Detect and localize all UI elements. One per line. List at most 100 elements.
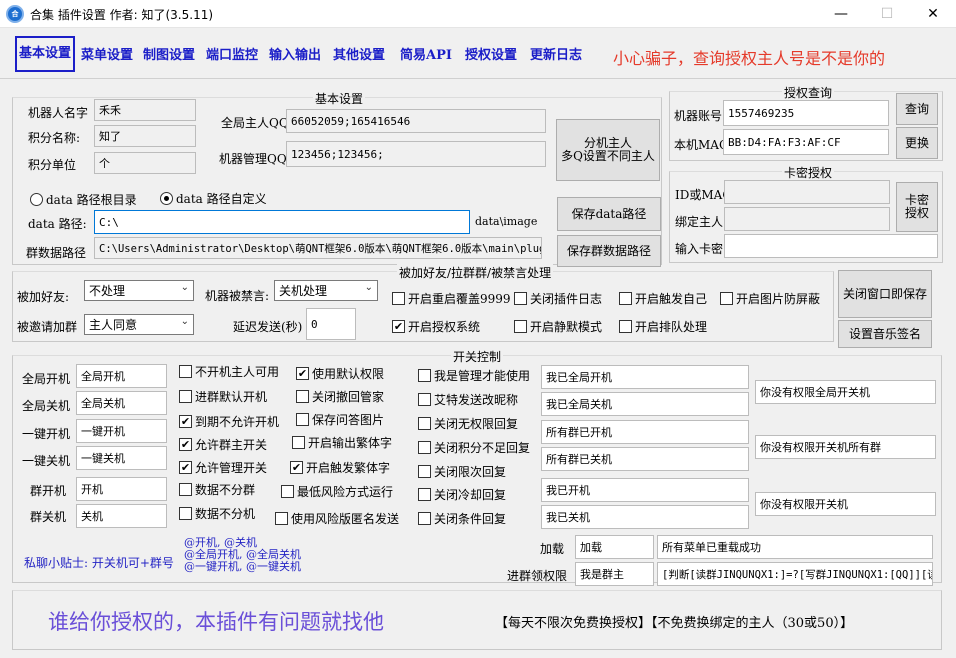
switch-row-input[interactable]: 全局开机 (76, 364, 167, 388)
switch-check-col2[interactable]: 最低风险方式运行 (281, 484, 393, 499)
checkbox-mark: ✔ (179, 438, 192, 451)
switch-check-col3[interactable]: 艾特发送改昵称 (418, 392, 518, 407)
reply-global-off[interactable]: 我已全局关机 (541, 392, 749, 416)
tab-draw-settings[interactable]: 制图设置 (143, 44, 195, 63)
switch-check-col2[interactable]: ✔ 开启触发繁体字 (290, 460, 390, 475)
switch-check-col1[interactable]: ✔ 允许群主开关 (179, 437, 267, 452)
no-perm-global[interactable]: 你没有权限全局开关机 (755, 380, 936, 404)
split-owner-button[interactable]: 分机主人 多Q设置不同主人 (556, 119, 660, 181)
load-reply-input[interactable]: 所有菜单已重载成功 (657, 535, 933, 559)
invite-select[interactable]: 主人同意 ⌄ (84, 314, 194, 335)
switch-check-col1[interactable]: 进群默认开机 (179, 389, 267, 404)
switch-row-input[interactable]: 全局关机 (76, 391, 167, 415)
switch-check-col1[interactable]: ✔ 允许管理开关 (179, 460, 267, 475)
delay-input[interactable]: 0 (306, 308, 356, 340)
tab-auth-settings[interactable]: 授权设置 (465, 44, 517, 63)
no-perm-group[interactable]: 你没有权限开关机 (755, 492, 936, 516)
switch-check-col3[interactable]: 关闭无权限回复 (418, 416, 518, 431)
window-title: 合集 插件设置 作者: 知了(3.5.11) (30, 8, 214, 22)
switch-row-input[interactable]: 一键开机 (76, 419, 167, 443)
checkbox-mark (281, 485, 294, 498)
tab-other-settings[interactable]: 其他设置 (333, 44, 385, 63)
switch-check-col1[interactable]: 数据不分机 (179, 506, 255, 521)
check-queue-processing[interactable]: 开启排队处理 (619, 319, 707, 334)
switch-check-col3[interactable]: 关闭冷却回复 (418, 487, 506, 502)
check-restart-override[interactable]: 开启重启覆盖9999 (392, 291, 511, 306)
switch-check-col2[interactable]: 关闭撤回管家 (296, 389, 384, 404)
tab-basic-settings[interactable]: 基本设置 (15, 36, 76, 72)
check-auth-system[interactable]: ✔ 开启授权系统 (392, 319, 480, 334)
points-unit-field[interactable]: 个 (94, 152, 196, 174)
check-silent-mode[interactable]: 开启静默模式 (514, 319, 602, 334)
at-tip: @一键开机, @一键关机 (184, 560, 301, 573)
checkbox-label: 开启触发自己 (635, 292, 708, 306)
switch-check-col3[interactable]: 关闭限次回复 (418, 464, 506, 479)
switch-check-col1[interactable]: ✔ 到期不允许开机 (179, 414, 279, 429)
check-trigger-self[interactable]: 开启触发自己 (619, 291, 707, 306)
switch-check-col2[interactable]: ✔ 使用默认权限 (296, 366, 384, 381)
input-card-field[interactable] (724, 234, 938, 258)
robot-admin-field[interactable]: 123456;123456; (286, 141, 546, 167)
checkbox-mark (418, 512, 431, 525)
checkbox-label: 开启排队处理 (635, 320, 708, 334)
checkbox-label: 到期不允许开机 (195, 415, 280, 429)
enter-group-input[interactable]: 我是群主 (575, 562, 654, 586)
global-owner-label: 全局主人QQ (221, 116, 289, 130)
reply-all-off[interactable]: 所有群已关机 (541, 447, 749, 471)
switch-check-col2[interactable]: 开启输出繁体字 (292, 435, 392, 450)
tab-port-monitor[interactable]: 端口监控 (206, 44, 258, 63)
switch-check-col3[interactable]: 关闭积分不足回复 (418, 440, 530, 455)
id-mac-field[interactable] (724, 180, 890, 204)
save-group-path-button[interactable]: 保存群数据路径 (557, 235, 661, 267)
robot-name-field[interactable]: 禾禾 (94, 99, 196, 121)
tab-input-output[interactable]: 输入输出 (269, 44, 321, 63)
private-tip: 私聊小贴士: 开关机可+群号 (24, 556, 174, 570)
enter-group-reply-input[interactable]: [判断[读群JINQUNQX1:]=?[写群JINQUNQX1:[QQ]][读 (657, 562, 933, 586)
switch-check-col2[interactable]: 保存问答图片 (296, 412, 384, 427)
query-button[interactable]: 查询 (896, 93, 938, 125)
data-path-input[interactable]: C:\ (94, 210, 470, 234)
check-close-plugin-log[interactable]: 关闭插件日志 (514, 291, 602, 306)
tab-simple-api[interactable]: 简易API (400, 44, 452, 63)
group-path-field[interactable]: C:\Users\Administrator\Desktop\萌QNT框架6.0… (94, 237, 542, 259)
no-perm-all[interactable]: 你没有权限开关机所有群 (755, 435, 936, 459)
global-owner-field[interactable]: 66052059;165416546 (286, 109, 546, 133)
load-input[interactable]: 加载 (575, 535, 654, 559)
reply-group-off[interactable]: 我已关机 (541, 505, 749, 529)
reply-all-on[interactable]: 所有群已开机 (541, 420, 749, 444)
switch-check-col1[interactable]: 数据不分群 (179, 482, 255, 497)
checkbox-label: 进群默认开机 (195, 390, 268, 404)
checkbox-mark (179, 507, 192, 520)
switch-row-input[interactable]: 关机 (76, 504, 167, 528)
robot-account-input[interactable]: 1557469235 (723, 100, 889, 126)
data-path-custom-radio[interactable]: data 路径自定义 (160, 191, 267, 206)
switch-row-input[interactable]: 开机 (76, 477, 167, 501)
switch-row-input[interactable]: 一键关机 (76, 446, 167, 470)
card-auth-button[interactable]: 卡密 授权 (896, 182, 938, 232)
robot-account-label: 机器账号 (674, 109, 723, 123)
add-friend-select[interactable]: 不处理 ⌄ (84, 280, 194, 301)
checkbox-mark (619, 292, 632, 305)
minimize-icon[interactable]: — (818, 0, 864, 28)
points-name-field[interactable]: 知了 (94, 125, 196, 147)
switch-check-col3[interactable]: 关闭条件回复 (418, 511, 506, 526)
change-button[interactable]: 更换 (896, 127, 938, 159)
muted-select[interactable]: 关机处理 ⌄ (274, 280, 378, 301)
data-path-root-radio[interactable]: data 路径根目录 (30, 192, 137, 207)
save-data-path-button[interactable]: 保存data路径 (557, 197, 661, 231)
check-image-anti-block[interactable]: 开启图片防屏蔽 (720, 291, 820, 306)
bind-owner-field[interactable] (724, 207, 890, 231)
checkbox-mark (720, 292, 733, 305)
radio-root-mark (30, 193, 43, 206)
switch-check-col1[interactable]: 不开机主人可用 (179, 364, 279, 379)
switch-check-col2[interactable]: 使用风险版匿名发送 (275, 511, 399, 526)
music-sign-button[interactable]: 设置音乐签名 (838, 320, 932, 348)
local-mac-input[interactable]: BB:D4:FA:F3:AF:CF (723, 129, 889, 155)
close-save-button[interactable]: 关闭窗口即保存 (838, 270, 932, 318)
tab-menu-settings[interactable]: 菜单设置 (81, 44, 133, 63)
switch-check-col3[interactable]: 我是管理才能使用 (418, 368, 530, 383)
tab-update-log[interactable]: 更新日志 (530, 44, 582, 63)
close-icon[interactable]: ✕ (910, 0, 956, 28)
reply-group-on[interactable]: 我已开机 (541, 478, 749, 502)
reply-global-on[interactable]: 我已全局开机 (541, 365, 749, 389)
